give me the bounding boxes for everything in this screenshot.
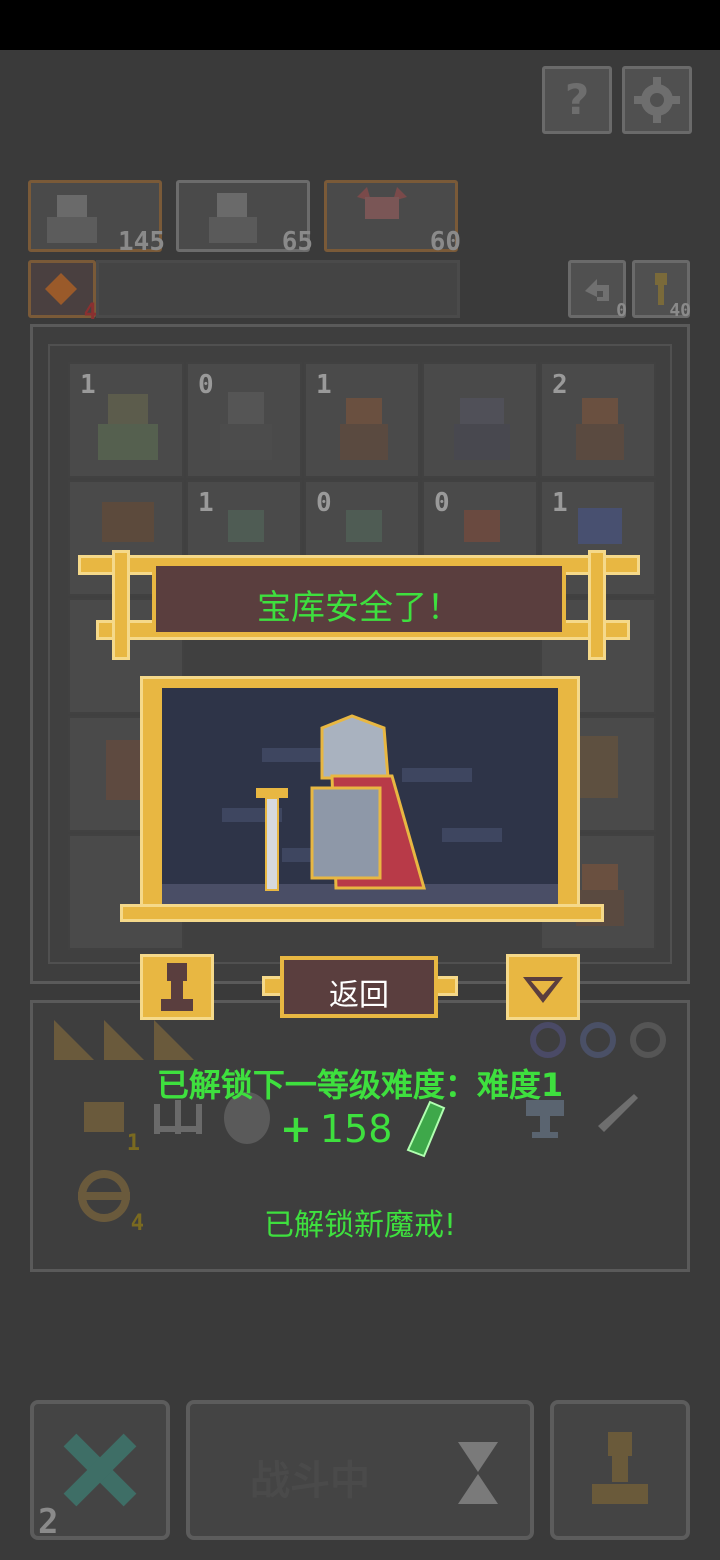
back-label: 返回 — [329, 978, 389, 1013]
undo-icon — [585, 279, 609, 301]
gem-icon — [407, 1100, 446, 1158]
potion-count: 4 — [83, 300, 97, 325]
grid-cell[interactable]: 1 — [304, 362, 420, 478]
knight-portrait-icon — [162, 714, 558, 904]
unlock-difficulty-text: 已解锁下一等级难度：难度1 — [156, 1066, 564, 1104]
grid-cell[interactable]: 1 — [68, 362, 184, 478]
cancel-button[interactable]: 2 — [30, 1400, 170, 1542]
key-count: 40 — [669, 300, 691, 321]
page-number: 2 — [38, 1502, 59, 1542]
hero-count: 145 — [118, 227, 165, 257]
hero-portrait-icon — [209, 193, 257, 243]
grid-cell[interactable] — [422, 362, 538, 478]
item-count: 1 — [126, 1131, 140, 1156]
dialog-title-panel: 宝库安全了！ — [152, 562, 566, 636]
demon-icon — [98, 394, 158, 460]
grid-cell[interactable]: 2 — [540, 362, 656, 478]
orb-icon — [530, 1022, 566, 1058]
dialog-right-post — [588, 550, 606, 660]
status-bar — [0, 0, 720, 50]
battle-button[interactable]: 战斗中 — [186, 1400, 534, 1540]
gem-reward: + 158 — [280, 1100, 446, 1158]
undo-count: 0 — [616, 300, 627, 321]
knight-portrait — [162, 688, 558, 904]
orb-icon — [580, 1022, 616, 1058]
hero-select-button[interactable] — [140, 954, 214, 1020]
pawn-icon — [592, 1432, 648, 1504]
hero-count: 60 — [429, 227, 461, 257]
potion-button[interactable]: 4 — [28, 260, 97, 325]
help-button[interactable]: ? — [542, 66, 612, 134]
help-icon: ? — [564, 75, 590, 124]
gem-shop-button[interactable] — [506, 954, 580, 1020]
settings-button[interactable] — [622, 66, 692, 134]
progress-bar — [96, 260, 460, 318]
portrait-base — [120, 904, 604, 922]
goblin-icon — [340, 398, 388, 460]
hero-card-mage[interactable]: 65 — [176, 180, 313, 257]
knight-icon — [220, 392, 272, 460]
hero-portrait-icon — [47, 195, 97, 243]
back-button[interactable]: 返回 — [280, 956, 438, 1018]
hero-card-rogue[interactable]: 60 — [324, 180, 461, 257]
undo-button[interactable]: 0 — [568, 260, 627, 321]
gear-icon — [634, 77, 680, 123]
gem-prefix: + — [280, 1107, 312, 1151]
orb-icon — [630, 1022, 666, 1058]
grid-cell[interactable]: 0 — [186, 362, 302, 478]
hero-count: 65 — [281, 227, 313, 257]
key-button[interactable]: 40 — [632, 260, 691, 321]
potion-icon — [45, 273, 77, 305]
hourglass-icon — [458, 1442, 498, 1504]
gem-shape-icon — [523, 977, 563, 1003]
dialog-title: 宝库安全了！ — [257, 588, 461, 628]
battle-label: 战斗中 — [250, 1458, 370, 1504]
goblin-icon — [576, 398, 624, 460]
gem-amount: 158 — [319, 1107, 393, 1151]
hero-portrait-icon — [355, 187, 409, 243]
dialog-left-post — [112, 550, 130, 660]
hero-button[interactable] — [550, 1400, 690, 1540]
wolf-icon — [454, 398, 510, 460]
hero-card-warrior[interactable]: 145 — [28, 180, 165, 257]
ring-unlocked-text: 已解锁新魔戒! — [263, 1208, 457, 1243]
pawn-icon — [161, 963, 193, 1011]
